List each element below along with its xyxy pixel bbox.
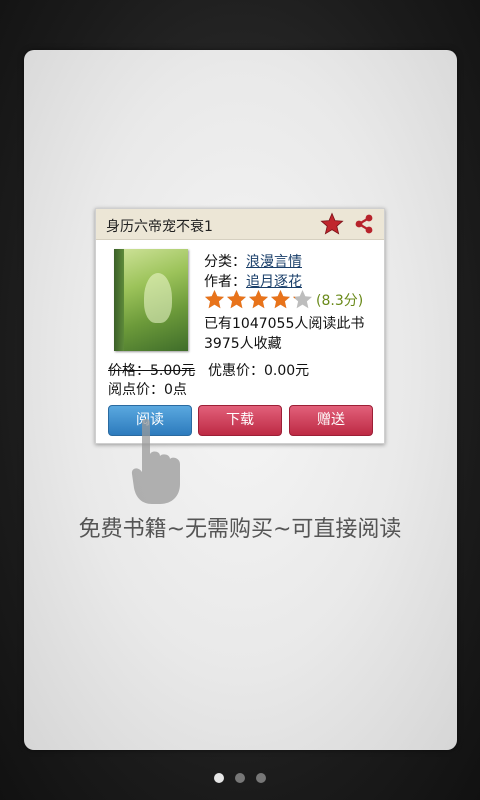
page-dot-2[interactable] [235, 773, 245, 783]
rating-stars: (8.3分) [204, 289, 363, 310]
book-card: 身历六帝宠不衰1 分类：浪漫言情 作者：追月逐花 (8.3分) 已有104705… [95, 208, 385, 444]
tutorial-caption: 免费书籍~无需购买~可直接阅读 [78, 517, 402, 542]
download-button[interactable]: 下载 [198, 405, 282, 436]
gift-button[interactable]: 赠送 [289, 405, 373, 436]
category-link[interactable]: 浪漫言情 [246, 254, 302, 270]
favorite-star-icon[interactable] [320, 212, 344, 236]
original-price: 价格：5.00元 [108, 363, 196, 379]
author-label: 作者： [204, 274, 246, 290]
card-header: 身历六帝宠不衰1 [96, 209, 384, 240]
category-row: 分类：浪漫言情 [204, 251, 302, 271]
page-dot-3[interactable] [256, 773, 266, 783]
author-row: 作者：追月逐花 [204, 271, 302, 291]
book-cover-image[interactable] [114, 249, 188, 351]
rating-star-icon [293, 290, 312, 309]
book-title: 身历六帝宠不衰1 [106, 219, 213, 235]
rating-star-icon [271, 290, 290, 309]
share-icon[interactable] [353, 213, 375, 235]
readers-count: 已有1047055人阅读此书 [204, 316, 365, 332]
rating-star-icon [205, 290, 224, 309]
author-link[interactable]: 追月逐花 [246, 274, 302, 290]
page-indicator [214, 773, 277, 783]
discount-price: 优惠价：0.00元 [208, 363, 310, 379]
category-label: 分类： [204, 254, 246, 270]
collect-count: 3975人收藏 [204, 336, 282, 352]
points-price: 阅点价：0点 [108, 382, 187, 398]
page-dot-1[interactable] [214, 773, 224, 783]
rating-star-icon [249, 290, 268, 309]
rating-score: (8.3分) [316, 292, 364, 309]
pointing-hand-icon [131, 419, 180, 504]
rating-star-icon [227, 290, 246, 309]
